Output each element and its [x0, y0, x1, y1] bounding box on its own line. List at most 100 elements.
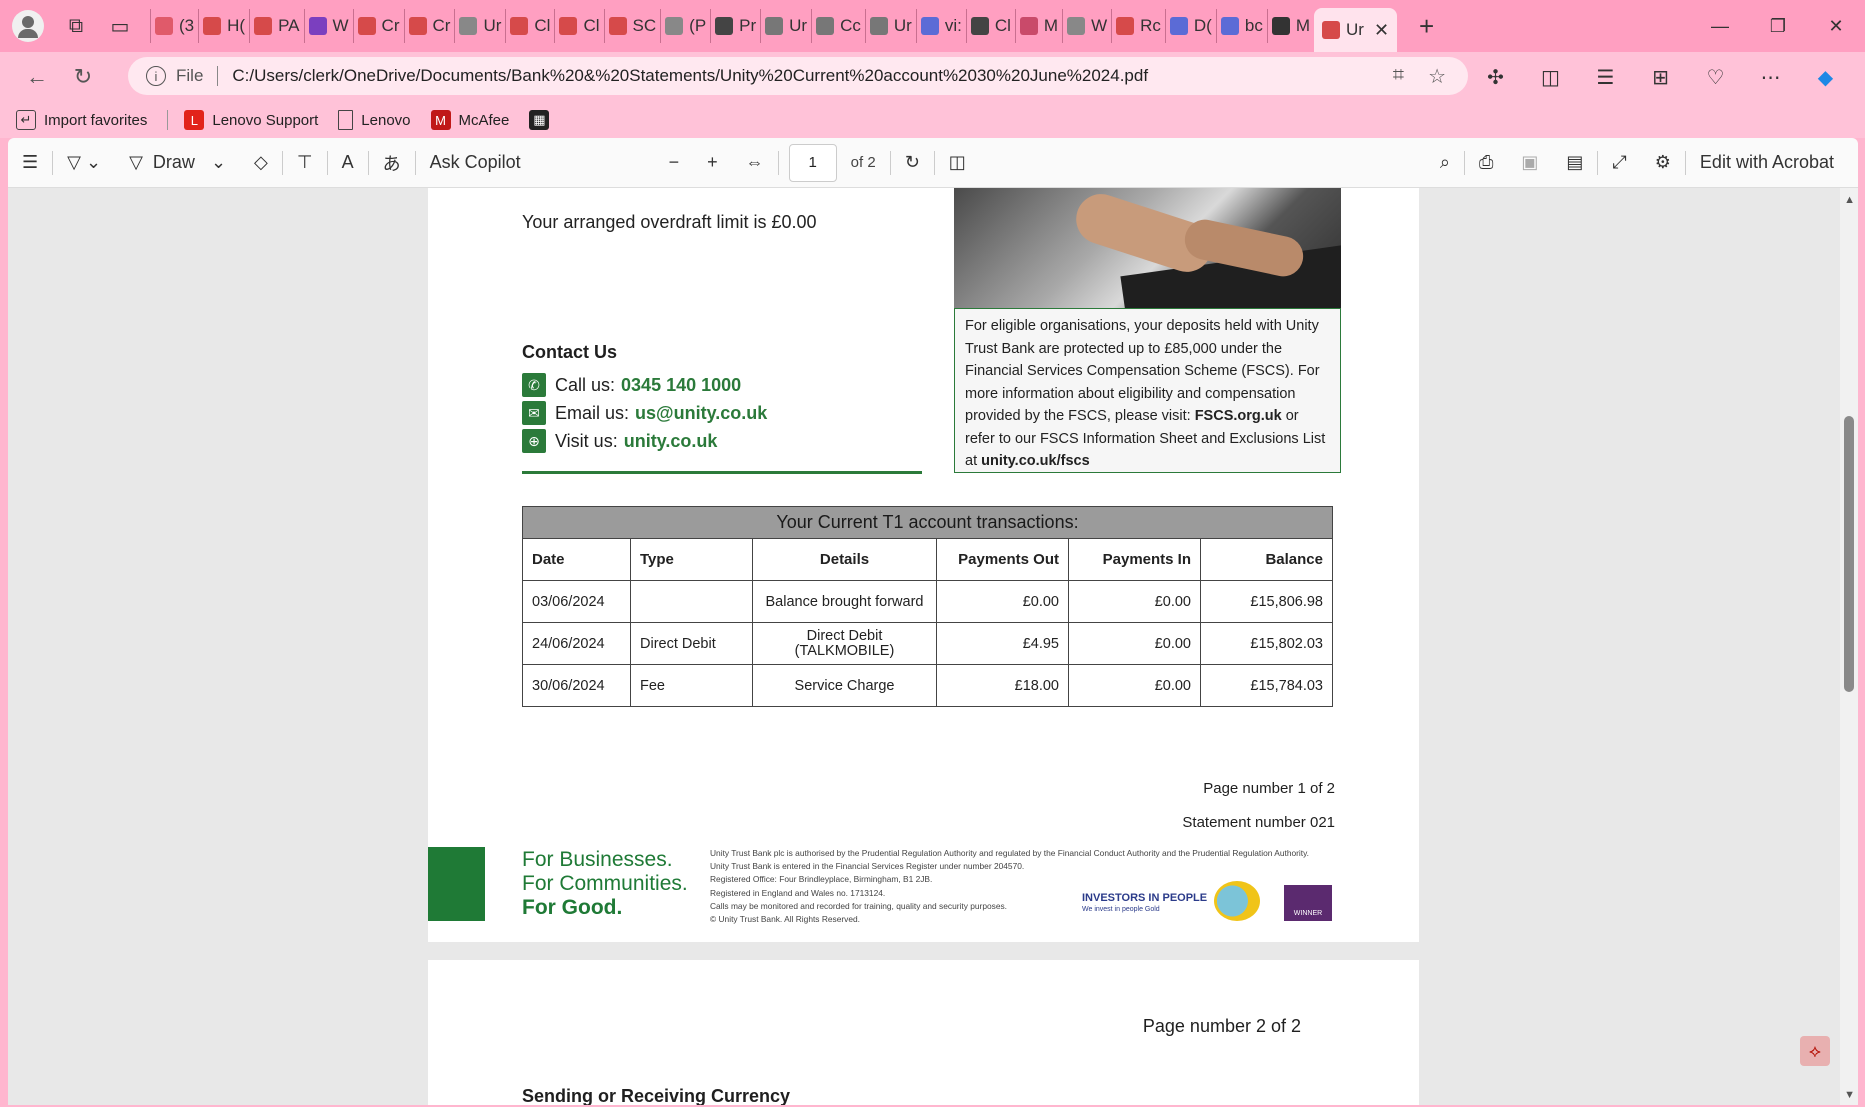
print-icon[interactable]: ⎙: [1465, 152, 1507, 173]
bookmark-lenovo[interactable]: Lenovo: [338, 110, 411, 130]
refresh-icon[interactable]: ↻: [60, 64, 106, 90]
workspaces-icon[interactable]: ⧉: [54, 6, 98, 46]
url-text[interactable]: C:/Users/clerk/OneDrive/Documents/Bank%2…: [232, 66, 1392, 86]
acrobat-icon[interactable]: ⟡: [1800, 1036, 1830, 1066]
tab[interactable]: H(: [198, 9, 249, 43]
fit-width-icon[interactable]: ⇔: [732, 152, 778, 173]
website-link[interactable]: unity.co.uk: [624, 431, 718, 452]
restore-icon[interactable]: ❐: [1749, 16, 1807, 37]
tab[interactable]: (P: [660, 9, 710, 43]
tab[interactable]: Cl: [505, 9, 554, 43]
email-link[interactable]: us@unity.co.uk: [635, 403, 767, 424]
tab-favicon-icon: [765, 17, 784, 35]
bookmark-unnamed[interactable]: ▦: [529, 110, 557, 130]
pdf-viewer[interactable]: Your arranged overdraft limit is £0.00 F…: [8, 188, 1858, 1105]
tab[interactable]: M: [1014, 9, 1062, 43]
screenshot-icon[interactable]: ⌗: [1393, 64, 1404, 89]
cell-balance: £15,806.98: [1200, 580, 1333, 623]
collections-icon[interactable]: ⊞: [1633, 65, 1688, 90]
settings-icon[interactable]: ⚙: [1641, 152, 1685, 173]
eraser-icon[interactable]: ◇: [240, 152, 282, 173]
bookmark-mcafee[interactable]: M McAfee: [430, 110, 510, 130]
scroll-thumb[interactable]: [1844, 416, 1854, 692]
scroll-up-icon[interactable]: ▲: [1844, 194, 1855, 206]
save-icon[interactable]: ▣: [1507, 152, 1552, 173]
zoom-out-icon[interactable]: −: [655, 152, 694, 173]
close-tab-icon[interactable]: ✕: [1374, 20, 1389, 41]
save-as-icon[interactable]: ▤: [1552, 152, 1597, 173]
tab[interactable]: D(: [1164, 9, 1216, 43]
copilot-icon[interactable]: ◆: [1798, 65, 1853, 90]
minimize-icon[interactable]: —: [1691, 16, 1749, 37]
tab[interactable]: Rc: [1111, 9, 1165, 43]
scrollbar[interactable]: ▲ ▼: [1840, 188, 1858, 1105]
back-icon[interactable]: ←: [14, 64, 60, 90]
tab[interactable]: W: [303, 9, 353, 43]
tab-favicon-icon: [665, 17, 684, 35]
tab[interactable]: Cr: [403, 9, 455, 43]
tab[interactable]: Ur: [760, 9, 811, 43]
draw-button[interactable]: ▽ Draw ⌄: [115, 152, 240, 173]
cell-payments-in: £0.00: [1068, 580, 1201, 623]
tab[interactable]: vi:: [915, 9, 966, 43]
overdraft-text: Your arranged overdraft limit is £0.00: [522, 212, 817, 232]
fscs-box: For eligible organisations, your deposit…: [954, 308, 1341, 473]
favorites-icon[interactable]: ☰: [1578, 65, 1633, 90]
page-view-icon[interactable]: ◫: [935, 152, 980, 173]
tab-favicon-icon: [715, 17, 734, 35]
tab[interactable]: Cl: [554, 9, 603, 43]
zoom-in-icon[interactable]: +: [693, 152, 732, 173]
tab[interactable]: Cl: [965, 9, 1015, 43]
brand-block: [428, 847, 485, 921]
tab[interactable]: SC: [603, 9, 661, 43]
close-window-icon[interactable]: ✕: [1807, 16, 1865, 37]
highlight-icon[interactable]: ▽ ⌄: [53, 152, 115, 173]
bookmark-lenovo-support[interactable]: L Lenovo Support: [184, 110, 318, 130]
column-header: Type: [630, 538, 753, 581]
tab[interactable]: W: [1062, 9, 1111, 43]
phone-number[interactable]: 0345 140 1000: [621, 375, 741, 396]
tab[interactable]: (3: [150, 9, 198, 43]
read-aloud-icon[interactable]: A: [328, 152, 368, 173]
tab-label: W: [332, 16, 349, 35]
import-icon: ↵: [16, 110, 36, 130]
fscs-exclusions-link[interactable]: unity.co.uk/fscs: [981, 453, 1090, 469]
text-box-icon[interactable]: ⊤: [283, 152, 327, 173]
tab-strip: ⧉ ▭ (3 H(PA W Cr Cr Ur Cl Cl SC (P Pr Ur Cc Ur vi: Cl M W…: [0, 0, 1865, 52]
translate-icon[interactable]: あ: [369, 150, 415, 176]
search-icon[interactable]: ⌕: [1426, 152, 1464, 173]
new-tab-button[interactable]: +: [1419, 11, 1434, 42]
page-number-input[interactable]: 1: [788, 143, 837, 182]
info-icon[interactable]: i: [146, 66, 166, 86]
bookmark-label: McAfee: [458, 111, 510, 129]
scroll-down-icon[interactable]: ▼: [1844, 1089, 1855, 1101]
tab[interactable]: Cr: [352, 9, 404, 43]
address-bar[interactable]: i File C:/Users/clerk/OneDrive/Documents…: [128, 57, 1468, 95]
ask-copilot-button[interactable]: Ask Copilot: [416, 152, 535, 173]
tab[interactable]: Cc: [811, 9, 865, 43]
favorite-star-icon[interactable]: ☆: [1428, 64, 1446, 89]
tab-favicon-icon: [970, 17, 989, 35]
extensions-icon[interactable]: ✣: [1468, 65, 1523, 90]
tab-label: M: [1295, 16, 1310, 35]
bookmark-import-favorites[interactable]: ↵ Import favorites: [16, 110, 147, 130]
rotate-icon[interactable]: ↻: [891, 152, 934, 173]
contact-call: ✆ Call us: 0345 140 1000: [522, 373, 741, 397]
browser-essentials-icon[interactable]: ♡: [1688, 65, 1743, 90]
fscs-link[interactable]: FSCS.org.uk: [1195, 408, 1282, 424]
tab-active[interactable]: Ur ✕: [1314, 8, 1398, 52]
tab[interactable]: Ur: [454, 9, 505, 43]
edit-with-acrobat-button[interactable]: Edit with Acrobat: [1686, 152, 1848, 173]
contents-icon[interactable]: ☰: [8, 152, 52, 173]
tab[interactable]: M: [1266, 9, 1314, 43]
tab[interactable]: PA: [249, 9, 303, 43]
tab[interactable]: Pr: [710, 9, 760, 43]
tab[interactable]: Ur: [864, 9, 916, 43]
fullscreen-icon[interactable]: ⤢: [1598, 152, 1640, 173]
profile-avatar[interactable]: [12, 10, 44, 42]
more-icon[interactable]: ⋯: [1743, 65, 1798, 90]
tab-actions-icon[interactable]: ▭: [98, 6, 142, 46]
tab[interactable]: bc: [1215, 9, 1267, 43]
divider: [217, 66, 219, 86]
split-screen-icon[interactable]: ◫: [1523, 65, 1578, 90]
